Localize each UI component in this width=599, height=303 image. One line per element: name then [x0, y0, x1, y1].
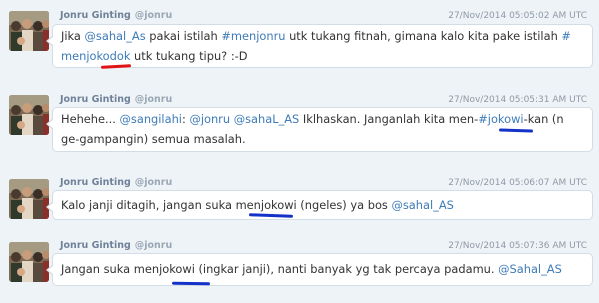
tweet-header: Jonru Ginting @jonru	[60, 239, 172, 253]
author-name[interactable]: Jonru Ginting	[60, 10, 131, 21]
tweet-text: Kalo janji ditagih, jangan suka menjokow…	[61, 195, 586, 215]
hashtag-link[interactable]: #jokowi	[478, 112, 523, 126]
author-handle[interactable]: @jonru	[135, 240, 173, 251]
tweet-bubble: Jangan suka menjokowi (ingkar janji), na…	[46, 253, 593, 286]
tweet-1: Jonru Ginting @jonru 27/Nov/2014 05:05:02…	[0, 9, 599, 71]
avatar-photo	[9, 242, 49, 282]
tweet-text-line: Kalo janji ditagih, jangan suka menjokow…	[61, 195, 586, 215]
author-name[interactable]: Jonru Ginting	[60, 177, 131, 188]
tweet-text: Jangan suka menjokowi (ingkar janji), na…	[61, 259, 586, 279]
tweet-text-line: menjokodok utk tukang tipu? :-D	[61, 46, 586, 66]
tweet-text-segment: -kan (n	[523, 112, 564, 126]
author-handle[interactable]: @jonru	[135, 94, 173, 105]
tweet-4: Jonru Ginting @jonru 27/Nov/2014 05:07:36…	[0, 239, 599, 294]
avatar[interactable]	[9, 242, 49, 282]
tweet-text-segment: Jika	[61, 29, 85, 43]
tweet-2: Jonru Ginting @jonru 27/Nov/2014 05:05:31…	[0, 93, 599, 155]
author-handle[interactable]: @jonru	[135, 10, 173, 21]
tweet-text-segment: Kalo janji ditagih, jangan suka menjokow…	[61, 198, 392, 212]
avatar-photo	[9, 11, 49, 51]
red-underline-marker	[100, 64, 132, 69]
avatar[interactable]	[9, 179, 49, 219]
tweet-header: Jonru Ginting @jonru	[60, 9, 172, 23]
timestamp: 27/Nov/2014 05:07:36 AM UTC	[448, 241, 587, 251]
mention-link[interactable]: @sahal_AS	[391, 198, 453, 212]
mention-link[interactable]: @sahal_As	[85, 29, 146, 43]
avatar-photo	[9, 179, 49, 219]
mention-link[interactable]: @sahaL_AS	[234, 112, 300, 126]
hashtag-link[interactable]: #	[561, 29, 571, 43]
timestamp: 27/Nov/2014 05:05:02 AM UTC	[448, 11, 587, 21]
tweet-text-segment: Hehehe...	[61, 112, 120, 126]
author-handle[interactable]: @jonru	[135, 177, 173, 188]
mention-link[interactable]: @Sahal_AS	[498, 262, 562, 276]
tweet-text-segment: utk tukang tipu? :-D	[130, 49, 248, 63]
tweet-bubble: Kalo janji ditagih, jangan suka menjokow…	[46, 190, 593, 220]
hashtag-link[interactable]: #menjonru	[221, 29, 285, 43]
tweet-text-segment: pakai istilah	[145, 29, 222, 43]
tweet-text-segment: utk tukang fitnah, gimana kalo kita pake…	[285, 29, 562, 43]
tweet-text-segment: Jangan suka menjokowi (ingkar janji), na…	[61, 262, 499, 276]
timestamp: 27/Nov/2014 05:05:31 AM UTC	[448, 95, 587, 105]
hashtag-link[interactable]: menjokodok	[61, 49, 130, 63]
author-name[interactable]: Jonru Ginting	[60, 94, 131, 105]
tweet-bubble: Jika @sahal_As pakai istilah #menjonru u…	[46, 24, 593, 69]
tweet-text: Jika @sahal_As pakai istilah #menjonru u…	[61, 26, 586, 66]
avatar[interactable]	[9, 11, 49, 51]
tweet-text-line: Hehehe... @sangilahi: @jonru @sahaL_AS I…	[61, 109, 586, 129]
tweet-text-segment: Iklhaskan. Janganlah kita men-	[299, 112, 479, 126]
avatar-photo	[9, 95, 49, 135]
tweet-text-line: Jika @sahal_As pakai istilah #menjonru u…	[61, 26, 586, 46]
author-name[interactable]: Jonru Ginting	[60, 240, 131, 251]
mention-link[interactable]: @sangilahi	[120, 112, 182, 126]
mention-link[interactable]: @jonru	[189, 112, 230, 126]
tweet-header: Jonru Ginting @jonru	[60, 176, 172, 190]
tweet-text-line: Jangan suka menjokowi (ingkar janji), na…	[61, 259, 586, 279]
tweet-text-segment: ge-gampangin) semua masalah.	[61, 132, 246, 146]
avatar[interactable]	[9, 95, 49, 135]
timestamp: 27/Nov/2014 05:06:07 AM UTC	[448, 178, 587, 188]
tweet-3: Jonru Ginting @jonru 27/Nov/2014 05:06:07…	[0, 176, 599, 226]
tweet-text-line: ge-gampangin) semua masalah.	[61, 129, 586, 149]
tweet-header: Jonru Ginting @jonru	[60, 93, 172, 107]
tweet-bubble: Hehehe... @sangilahi: @jonru @sahaL_AS I…	[46, 107, 593, 152]
blue-underline-marker	[171, 281, 211, 286]
blue-underline-marker	[248, 213, 294, 218]
